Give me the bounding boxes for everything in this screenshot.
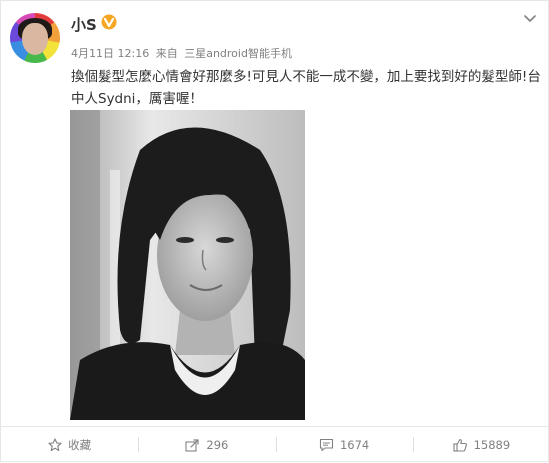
post-text: 換個髮型怎麼心情會好那麼多!可見人不能一成不變，加上要找到好的髮型師!台中人Sy… <box>71 69 541 107</box>
user-avatar[interactable] <box>10 13 60 63</box>
repost-icon <box>185 439 199 452</box>
chevron-down-icon[interactable] <box>524 15 536 23</box>
post-from-label: 来自 <box>155 47 178 60</box>
repost-button[interactable]: 296 <box>138 427 275 463</box>
like-count: 15889 <box>473 438 511 452</box>
repost-count: 296 <box>206 438 229 452</box>
action-bar: 收藏 296 1674 15889 <box>1 427 549 463</box>
user-name[interactable]: 小S <box>71 14 97 35</box>
verified-badge-icon <box>101 14 117 30</box>
favorite-button[interactable]: 收藏 <box>1 427 138 463</box>
star-icon <box>48 438 62 452</box>
post-time[interactable]: 4月11日 12:16 <box>71 47 149 60</box>
avatar-face <box>22 23 48 55</box>
favorite-label: 收藏 <box>68 438 92 452</box>
thumbs-up-icon <box>453 438 467 452</box>
comment-button[interactable]: 1674 <box>275 427 413 463</box>
post-meta: 4月11日 12:16 来自 三星android智能手机 <box>71 45 295 61</box>
like-button[interactable]: 15889 <box>412 427 549 463</box>
comment-count: 1674 <box>339 438 370 452</box>
post-photo[interactable] <box>70 110 305 420</box>
portrait-photo-illustration <box>70 110 305 420</box>
comment-icon <box>319 438 334 452</box>
post-device[interactable]: 三星android智能手机 <box>184 47 292 60</box>
weibo-post-card: 小S 4月11日 12:16 来自 三星android智能手机 換個髮型怎麼心情… <box>0 0 549 462</box>
